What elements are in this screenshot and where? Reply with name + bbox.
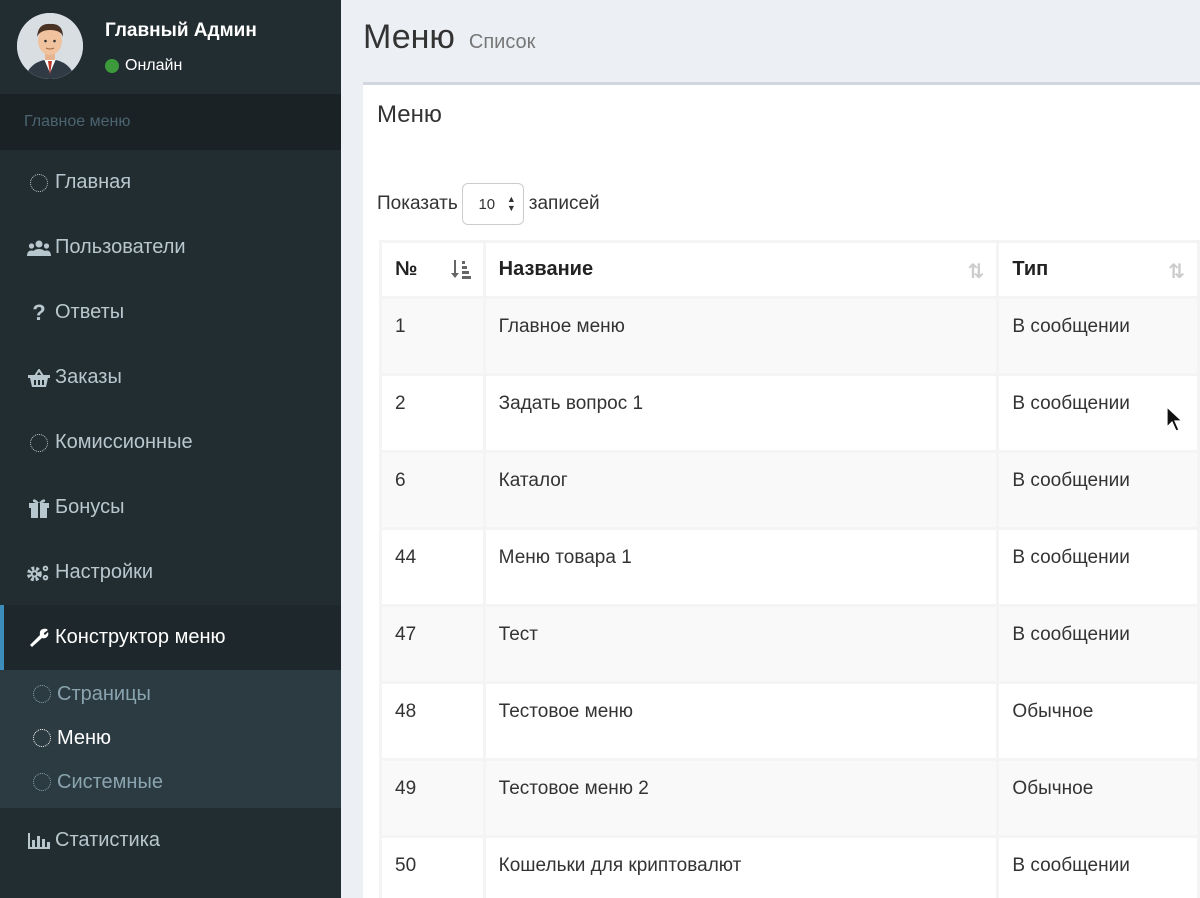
sidebar-item-users[interactable]: Пользователи bbox=[0, 215, 341, 280]
cell-id: 50 bbox=[379, 835, 486, 898]
submenu-item-pages[interactable]: Страницы bbox=[0, 672, 341, 716]
sort-asc-icon bbox=[450, 259, 471, 285]
users-icon bbox=[27, 240, 51, 256]
sidebar-item-orders[interactable]: Заказы bbox=[0, 345, 341, 410]
sidebar-item-statistics[interactable]: Статистика bbox=[0, 808, 341, 873]
user-name: Главный Админ bbox=[105, 20, 257, 41]
menu-table: № Название ⇅ Тип ⇅ 1 Главное меню В сооб… bbox=[379, 240, 1200, 898]
cell-name: Главное меню bbox=[482, 296, 1000, 376]
cell-type: В сообщении bbox=[996, 527, 1200, 607]
gears-icon bbox=[27, 563, 51, 583]
circle-icon bbox=[27, 433, 51, 452]
cell-type: Обычное bbox=[996, 758, 1200, 838]
sidebar-item-bonuses[interactable]: Бонусы bbox=[0, 475, 341, 540]
sidebar-item-commissions[interactable]: Комиссионные bbox=[0, 410, 341, 475]
circle-icon bbox=[33, 685, 51, 703]
sidebar-item-label: Главная bbox=[55, 171, 132, 193]
cell-name: Задать вопрос 1 bbox=[482, 373, 1000, 453]
sidebar-item-label: Комиссионные bbox=[55, 431, 193, 453]
page-length-select[interactable]: 10 ▲ ▼ bbox=[461, 183, 524, 225]
column-header-type[interactable]: Тип ⇅ bbox=[996, 240, 1200, 299]
gift-icon bbox=[27, 498, 51, 518]
sort-icon: ⇅ bbox=[967, 261, 985, 283]
cell-name: Меню товара 1 bbox=[482, 527, 1000, 607]
cell-id: 48 bbox=[379, 681, 486, 761]
menu-builder-submenu: Страницы Меню Системные bbox=[0, 670, 341, 808]
basket-icon bbox=[27, 368, 51, 387]
sidebar-item-menu-builder[interactable]: Конструктор меню bbox=[0, 605, 341, 670]
cell-type: В сообщении bbox=[996, 296, 1200, 376]
circle-icon bbox=[27, 173, 51, 192]
table-row[interactable]: 49 Тестовое меню 2 Обычное bbox=[379, 758, 1200, 838]
submenu-item-label: Страницы bbox=[57, 682, 151, 705]
page-length-suffix: записей bbox=[528, 193, 600, 214]
sidebar-item-label: Статистика bbox=[55, 829, 161, 851]
circle-icon bbox=[33, 773, 51, 791]
submenu-item-label: Системные bbox=[57, 770, 163, 793]
table-row[interactable]: 50 Кошельки для криптовалют В сообщении bbox=[379, 835, 1200, 898]
page-title: Меню bbox=[363, 18, 455, 56]
sidebar-menu-header: Главное меню bbox=[0, 94, 341, 150]
box-title: Меню bbox=[377, 101, 442, 128]
table-row[interactable]: 47 Тест В сообщении bbox=[379, 604, 1200, 684]
cell-type: Обычное bbox=[996, 681, 1200, 761]
column-header-name[interactable]: Название ⇅ bbox=[482, 240, 1000, 299]
sidebar: Главный Админ Онлайн Главное меню Главна… bbox=[0, 0, 341, 898]
menu-list-box: Меню Показать 10 ▲ ▼ записей № Название … bbox=[363, 82, 1200, 898]
cell-type: В сообщении bbox=[996, 604, 1200, 684]
column-header-number[interactable]: № bbox=[379, 240, 486, 299]
circle-icon bbox=[33, 729, 51, 747]
cell-name: Каталог bbox=[482, 450, 1000, 530]
table-row[interactable]: 48 Тестовое меню Обычное bbox=[379, 681, 1200, 761]
sidebar-item-label: Ответы bbox=[55, 301, 125, 323]
cell-id: 47 bbox=[379, 604, 486, 684]
main-content: Меню Список Меню Показать 10 ▲ ▼ записей … bbox=[341, 0, 1200, 898]
table-row[interactable]: 44 Меню товара 1 В сообщении bbox=[379, 527, 1200, 607]
avatar[interactable] bbox=[17, 13, 83, 79]
page-length-control: Показать 10 ▲ ▼ записей bbox=[377, 183, 600, 225]
submenu-item-menu[interactable]: Меню bbox=[0, 716, 341, 760]
sidebar-item-settings[interactable]: Настройки bbox=[0, 540, 341, 605]
cell-id: 44 bbox=[379, 527, 486, 607]
bar-chart-icon bbox=[27, 832, 51, 849]
question-icon: ? bbox=[32, 299, 46, 325]
sidebar-item-label: Конструктор меню bbox=[55, 626, 226, 648]
cell-type: В сообщении bbox=[996, 450, 1200, 530]
table-row[interactable]: 1 Главное меню В сообщении bbox=[379, 296, 1200, 376]
cell-type: В сообщении bbox=[996, 835, 1200, 898]
online-status-icon bbox=[105, 59, 119, 73]
sort-icon: ⇅ bbox=[1168, 261, 1185, 283]
sidebar-item-label: Пользователи bbox=[55, 236, 186, 258]
sidebar-item-answers[interactable]: ? Ответы bbox=[0, 280, 341, 345]
mouse-cursor-icon bbox=[1166, 406, 1184, 432]
user-status-label: Онлайн bbox=[125, 57, 183, 74]
select-arrows-icon: ▲ ▼ bbox=[506, 194, 516, 213]
cell-name: Тест bbox=[482, 604, 1000, 684]
sidebar-item-label: Заказы bbox=[55, 366, 122, 388]
cell-name: Тестовое меню bbox=[482, 681, 1000, 761]
sidebar-item-label: Настройки bbox=[55, 561, 154, 583]
table-row[interactable]: 6 Каталог В сообщении bbox=[379, 450, 1200, 530]
user-status: Онлайн bbox=[105, 57, 182, 75]
cell-id: 1 bbox=[379, 296, 486, 376]
cell-id: 49 bbox=[379, 758, 486, 838]
wrench-icon bbox=[27, 628, 51, 648]
page-length-value: 10 bbox=[478, 195, 496, 213]
table-row[interactable]: 2 Задать вопрос 1 В сообщении bbox=[379, 373, 1200, 453]
cell-name: Кошельки для криптовалют bbox=[482, 835, 1000, 898]
page-length-prefix: Показать bbox=[377, 193, 458, 214]
table-header-row: № Название ⇅ Тип ⇅ bbox=[379, 240, 1200, 299]
user-panel: Главный Админ Онлайн bbox=[0, 0, 341, 94]
sidebar-item-label: Бонусы bbox=[55, 496, 125, 518]
content-header: Меню Список bbox=[363, 18, 535, 57]
submenu-item-label: Меню bbox=[57, 726, 112, 749]
cell-id: 6 bbox=[379, 450, 486, 530]
cell-id: 2 bbox=[379, 373, 486, 453]
submenu-item-system[interactable]: Системные bbox=[0, 760, 341, 804]
page-subtitle: Список bbox=[468, 31, 536, 53]
sidebar-item-home[interactable]: Главная bbox=[0, 150, 341, 215]
cell-name: Тестовое меню 2 bbox=[482, 758, 1000, 838]
